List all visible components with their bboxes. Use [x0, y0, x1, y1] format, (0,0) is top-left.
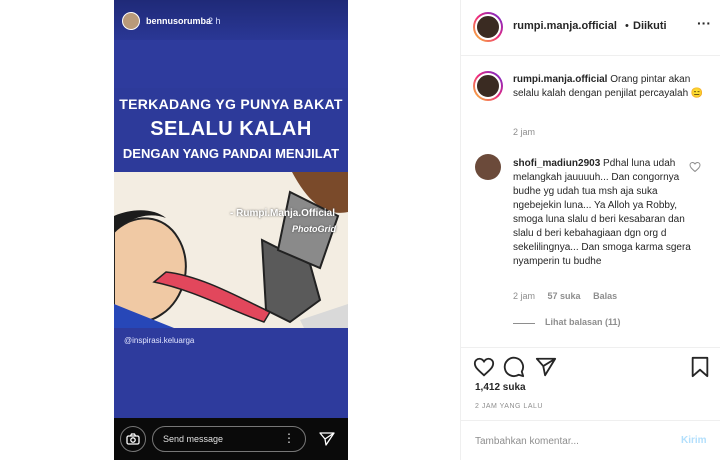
story-screenshot: bennusorumba 2 h TERKADANG YG PUNYA BAKA…	[114, 0, 348, 460]
story-reply-bar: Send message ⋮	[114, 418, 348, 460]
avatar[interactable]	[473, 12, 503, 42]
heart-icon[interactable]	[473, 356, 495, 378]
comment-meta: 2 jam 57 suka Balas	[513, 291, 627, 301]
meme-caption: TERKADANG YG PUNYA BAKAT SELALU KALAH DE…	[114, 88, 348, 172]
cartoon-illustration: - Rumpi.Manja.Official PhotoGrid	[114, 172, 348, 328]
media-pane: bennusorumba 2 h TERKADANG YG PUNYA BAKA…	[0, 0, 460, 460]
story-header: bennusorumba 2 h	[114, 0, 348, 40]
meme-credit: @inspirasi.keluarga	[124, 336, 195, 345]
share-icon[interactable]	[535, 356, 557, 378]
camera-button[interactable]	[120, 426, 146, 452]
comment-input[interactable]	[475, 433, 665, 449]
vertical-ellipsis-icon[interactable]: ⋮	[283, 431, 295, 445]
comment-time: 2 jam	[513, 291, 536, 301]
likes-count[interactable]: 1,412 suka	[475, 382, 526, 393]
ellipsis-icon[interactable]: ···	[697, 15, 711, 31]
comments-section: rumpi.manja.official Orang pintar akan s…	[461, 57, 720, 347]
story-time: 2 h	[208, 16, 221, 26]
post-actions: 1,412 suka 2 JAM YANG LALU	[461, 347, 720, 417]
photogrid-mark: PhotoGrid	[292, 224, 336, 234]
story-username: bennusorumba	[146, 16, 212, 26]
post-comment-button[interactable]: Kirim	[681, 435, 707, 446]
watermark-text: - Rumpi.Manja.Official	[230, 208, 336, 219]
send-button[interactable]	[316, 428, 338, 450]
header-separator: •	[625, 20, 629, 32]
comment-icon[interactable]	[503, 356, 525, 378]
bookmark-icon[interactable]	[689, 356, 711, 378]
comment-username[interactable]: shofi_madiun2903	[513, 158, 600, 169]
meme-line-2: SELALU KALAH	[150, 118, 312, 140]
add-comment-bar: Kirim	[461, 420, 720, 460]
caption-avatar[interactable]	[473, 71, 503, 101]
reply-button[interactable]: Balas	[593, 291, 617, 301]
comment-avatar[interactable]	[475, 154, 501, 180]
post-timestamp: 2 JAM YANG LALU	[475, 403, 543, 410]
post-sidebar: rumpi.manja.official • Diikuti ··· rumpi…	[460, 0, 720, 460]
cartoon-drawing	[114, 172, 348, 328]
caption-time: 2 jam	[513, 127, 536, 137]
meme-line-1: TERKADANG YG PUNYA BAKAT	[119, 96, 343, 112]
comment-text: Pdhal luna udah melangkah jauuuuh... Dan…	[513, 158, 691, 267]
send-message-input[interactable]: Send message ⋮	[152, 426, 306, 452]
send-message-placeholder: Send message	[163, 434, 224, 444]
comment: shofi_madiun2903 Pdhal luna udah melangk…	[513, 157, 693, 269]
replies-divider	[513, 323, 535, 324]
caption: rumpi.manja.official Orang pintar akan s…	[513, 73, 709, 101]
follow-status-button[interactable]: Diikuti	[633, 20, 667, 32]
view-replies-button[interactable]: Lihat balasan (11)	[545, 317, 621, 327]
caption-username[interactable]: rumpi.manja.official	[513, 74, 607, 85]
meme-line-3: DENGAN YANG PANDAI MENJILAT	[122, 146, 340, 161]
meme-image: TERKADANG YG PUNYA BAKAT SELALU KALAH DE…	[114, 88, 348, 328]
paper-plane-icon	[319, 432, 335, 446]
comment-likes[interactable]: 57 suka	[548, 291, 581, 301]
camera-icon	[126, 433, 140, 445]
instagram-post-view: bennusorumba 2 h TERKADANG YG PUNYA BAKA…	[0, 0, 720, 460]
post-header: rumpi.manja.official • Diikuti ···	[461, 0, 720, 56]
story-avatar	[122, 12, 140, 30]
comment-heart-icon[interactable]	[689, 161, 701, 173]
header-username[interactable]: rumpi.manja.official	[513, 20, 617, 32]
